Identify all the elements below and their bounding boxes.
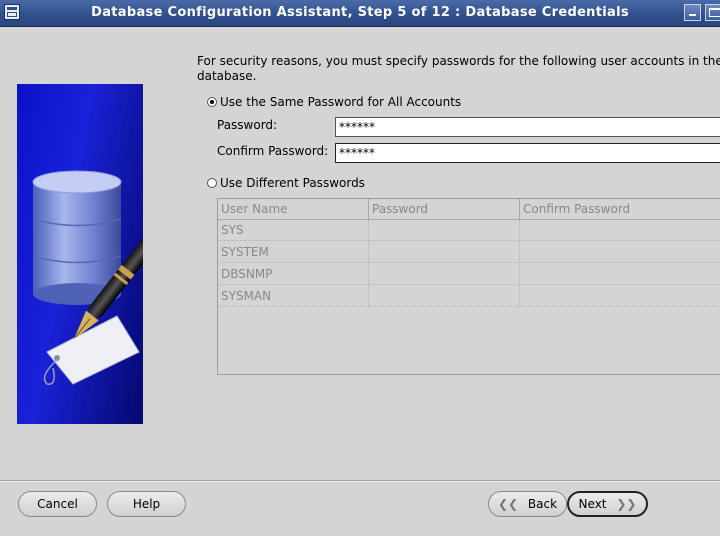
table-cell-user: SYS xyxy=(218,220,369,241)
title-bar[interactable]: Database Configuration Assistant, Step 5… xyxy=(0,0,720,27)
same-password-label[interactable]: Use the Same Password for All Accounts xyxy=(220,95,461,109)
table-cell-password[interactable] xyxy=(369,264,520,285)
confirm-password-label: Confirm Password: xyxy=(217,144,329,158)
password-field[interactable] xyxy=(335,117,720,137)
button-separator xyxy=(0,480,720,482)
column-header-user-name[interactable]: User Name xyxy=(218,199,369,220)
cancel-button[interactable]: Cancel xyxy=(18,491,97,517)
back-button-label: Back xyxy=(527,497,558,511)
confirm-password-field[interactable] xyxy=(335,143,720,163)
wizard-illustration xyxy=(17,84,143,424)
table-cell-confirm[interactable] xyxy=(520,264,720,285)
help-button-label: Help xyxy=(132,497,161,511)
table-cell-password[interactable] xyxy=(369,220,520,241)
accounts-table[interactable]: User Name Password Confirm Password SYS … xyxy=(217,198,720,375)
table-cell-user: SYSTEM xyxy=(218,242,369,263)
minimize-icon xyxy=(689,14,696,16)
window-title: Database Configuration Assistant, Step 5… xyxy=(91,5,629,20)
intro-line-1: For security reasons, you must specify p… xyxy=(197,54,720,68)
different-passwords-radio[interactable] xyxy=(207,178,217,188)
column-header-password[interactable]: Password xyxy=(369,199,520,220)
table-cell-user: SYSMAN xyxy=(218,286,369,307)
back-button[interactable]: ❮❮ Back xyxy=(488,491,567,517)
database-pen-tag-illustration xyxy=(32,170,143,385)
minimize-button[interactable] xyxy=(684,4,701,21)
table-cell-confirm[interactable] xyxy=(520,286,720,307)
chevron-left-icon: ❮❮ xyxy=(497,497,519,511)
same-password-radio[interactable] xyxy=(207,97,217,107)
password-label: Password: xyxy=(217,118,278,132)
table-cell-user: DBSNMP xyxy=(218,264,369,285)
help-button[interactable]: Help xyxy=(107,491,186,517)
next-button-label: Next xyxy=(578,497,607,511)
maximize-icon xyxy=(709,8,720,17)
table-cell-password[interactable] xyxy=(369,242,520,263)
intro-line-2: database. xyxy=(197,69,257,83)
chevron-right-icon: ❯❯ xyxy=(616,497,637,511)
intro-text: For security reasons, you must specify p… xyxy=(197,54,720,84)
different-passwords-label[interactable]: Use Different Passwords xyxy=(220,176,365,190)
table-cell-confirm[interactable] xyxy=(520,242,720,263)
column-header-confirm-password[interactable]: Confirm Password xyxy=(520,199,720,220)
table-cell-confirm[interactable] xyxy=(520,220,720,241)
table-cell-password[interactable] xyxy=(369,286,520,307)
cancel-button-label: Cancel xyxy=(37,497,78,511)
maximize-button[interactable] xyxy=(705,4,720,21)
next-button[interactable]: Next ❯❯ xyxy=(567,491,648,517)
